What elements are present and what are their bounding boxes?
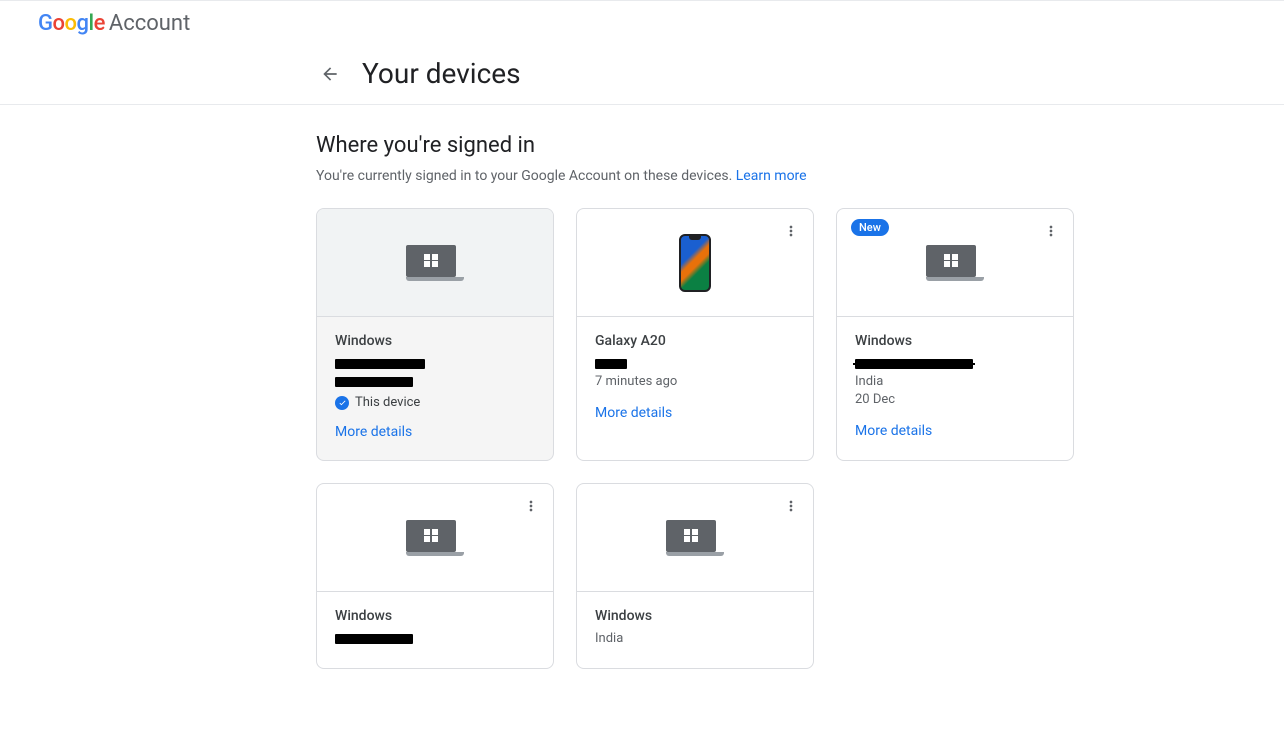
device-illustration bbox=[317, 484, 553, 592]
device-location: India bbox=[595, 630, 795, 648]
google-logo: Google bbox=[38, 11, 105, 36]
device-name: Windows bbox=[335, 608, 535, 624]
section-desc-text: You're currently signed in to your Googl… bbox=[316, 168, 736, 184]
device-location bbox=[335, 373, 535, 391]
more-details-link[interactable]: More details bbox=[595, 405, 672, 421]
page-toolbar: Your devices bbox=[0, 47, 1284, 105]
more-menu-icon[interactable] bbox=[783, 498, 799, 518]
device-location bbox=[335, 630, 535, 648]
devices-grid: Windows This device More details bbox=[316, 208, 1090, 669]
windows-laptop-icon bbox=[926, 245, 984, 281]
device-name: Windows bbox=[595, 608, 795, 624]
device-card[interactable]: Windows bbox=[316, 483, 554, 669]
windows-laptop-icon bbox=[406, 245, 464, 281]
device-card[interactable]: Galaxy A20 7 minutes ago More details bbox=[576, 208, 814, 461]
more-details-link[interactable]: More details bbox=[855, 423, 932, 439]
device-time: 7 minutes ago bbox=[595, 373, 795, 391]
app-header: Google Account bbox=[0, 1, 1284, 47]
this-device-indicator: This device bbox=[335, 395, 535, 410]
device-card[interactable]: Windows This device More details bbox=[316, 208, 554, 461]
device-illustration bbox=[577, 209, 813, 317]
device-location: India bbox=[855, 373, 1055, 391]
more-menu-icon[interactable] bbox=[523, 498, 539, 518]
device-name: Windows bbox=[855, 333, 1055, 349]
more-menu-icon[interactable] bbox=[1043, 223, 1059, 243]
section-title: Where you're signed in bbox=[316, 133, 1090, 158]
main-content: Where you're signed in You're currently … bbox=[0, 105, 1090, 669]
back-arrow-icon[interactable] bbox=[316, 60, 344, 88]
device-card[interactable]: New Windows India 20 Dec More details bbox=[836, 208, 1074, 461]
device-illustration bbox=[317, 209, 553, 317]
device-name: Windows bbox=[335, 333, 535, 349]
device-model bbox=[855, 355, 1055, 373]
learn-more-link[interactable]: Learn more bbox=[736, 168, 807, 184]
device-name: Galaxy A20 bbox=[595, 333, 795, 349]
windows-laptop-icon bbox=[406, 520, 464, 556]
device-illustration: New bbox=[837, 209, 1073, 317]
section-description: You're currently signed in to your Googl… bbox=[316, 168, 1090, 184]
this-device-label: This device bbox=[355, 395, 420, 410]
google-account-logo[interactable]: Google Account bbox=[38, 11, 190, 36]
phone-icon bbox=[679, 234, 711, 292]
device-location bbox=[595, 355, 795, 373]
more-details-link[interactable]: More details bbox=[335, 424, 412, 440]
page-title: Your devices bbox=[362, 57, 521, 90]
windows-laptop-icon bbox=[666, 520, 724, 556]
device-illustration bbox=[577, 484, 813, 592]
check-badge-icon bbox=[335, 396, 349, 410]
account-label: Account bbox=[109, 11, 190, 36]
device-date: 20 Dec bbox=[855, 391, 1055, 409]
device-model bbox=[335, 355, 535, 373]
new-badge: New bbox=[851, 219, 889, 236]
device-card[interactable]: Windows India bbox=[576, 483, 814, 669]
more-menu-icon[interactable] bbox=[783, 223, 799, 243]
